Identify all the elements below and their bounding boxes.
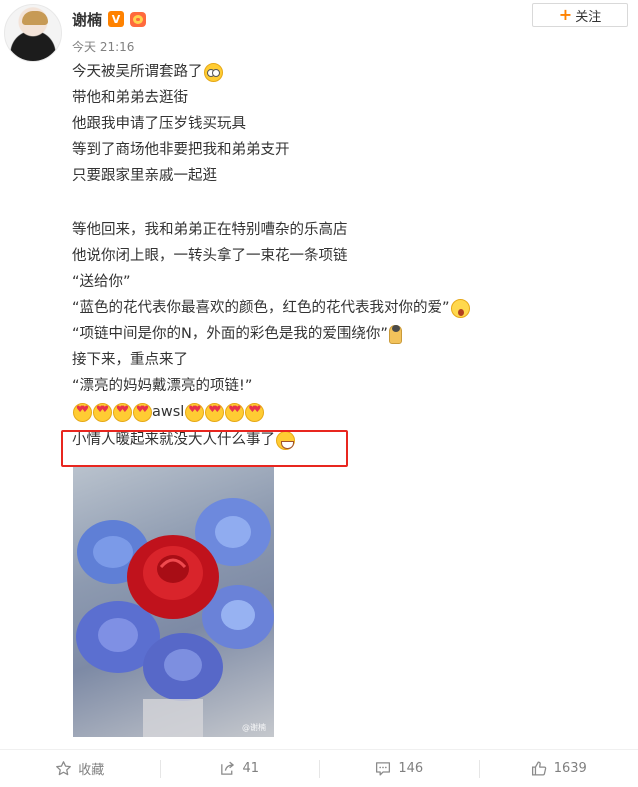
rose-bouquet-image	[76, 498, 274, 737]
username[interactable]: 谢楠	[72, 9, 102, 30]
heart-eyes-emoji-icon	[73, 402, 92, 422]
post-time[interactable]: 今天 21:16	[72, 38, 134, 55]
collect-label: 收藏	[78, 763, 105, 778]
kneeling-emoji-icon	[388, 324, 402, 344]
post-line: 带他和弟弟去逛街	[72, 90, 188, 106]
follow-label: 关注	[575, 9, 602, 25]
photo-watermark: @谢楠	[242, 723, 266, 732]
collect-button[interactable]: 收藏	[0, 750, 160, 787]
thumbs-up-icon	[531, 761, 546, 776]
grin-emoji-icon	[276, 430, 295, 450]
comment-count: 146	[398, 761, 424, 776]
post-line-highlighted: 小情人暖起来就没大人什么事了	[72, 427, 552, 453]
repost-count: 41	[242, 761, 260, 776]
like-count: 1639	[553, 761, 587, 776]
share-icon	[221, 761, 235, 775]
post-content: 今天被吴所谓套路了 带他和弟弟去逛街 他跟我申请了压岁钱买玩具 等到了商场他非要…	[72, 59, 552, 453]
repost-button[interactable]: 41	[159, 750, 320, 787]
post-line: “送给你”	[72, 274, 131, 290]
comment-icon	[376, 762, 391, 776]
member-badge-icon	[130, 11, 147, 27]
post-photo[interactable]: @谢楠	[73, 467, 274, 737]
post-line: 等到了商场他非要把我和弟弟支开	[72, 142, 290, 158]
avatar[interactable]	[4, 4, 62, 62]
heart-eyes-emoji-icon	[113, 402, 132, 422]
heart-eyes-emoji-icon	[133, 402, 152, 422]
user-row: 谢楠 V	[72, 9, 147, 30]
like-button[interactable]: 1639	[478, 750, 638, 787]
post-line: “蓝色的花代表你最喜欢的颜色，红色的花代表我对你的爱”	[72, 295, 552, 321]
heart-eyes-emoji-icon	[93, 402, 112, 422]
comment-button[interactable]: 146	[319, 750, 479, 787]
follow-button[interactable]: + 关注	[532, 3, 628, 27]
verified-badge-icon: V	[108, 11, 125, 27]
post-line: 接下来，重点来了	[72, 352, 188, 368]
heart-eyes-emoji-icon	[185, 402, 205, 422]
post-line: “漂亮的妈妈戴漂亮的项链!”	[72, 378, 253, 394]
post-actions-bar: 收藏 41 146 1639	[0, 749, 638, 787]
post-line: 他跟我申请了压岁钱买玩具	[72, 116, 246, 132]
post-line: 等他回来，我和弟弟正在特别嘈杂的乐高店	[72, 222, 348, 238]
shocked-emoji-icon	[450, 298, 470, 318]
heart-eyes-emoji-icon	[205, 402, 225, 422]
post-line: “项链中间是你的N，外面的彩色是我的爱围绕你”	[72, 321, 552, 347]
plus-icon: +	[558, 5, 573, 24]
heart-eyes-emoji-icon	[245, 402, 265, 422]
post-line: 只要跟家里亲戚一起逛	[72, 168, 217, 184]
post-line: 今天被吴所谓套路了	[72, 59, 552, 85]
heart-eyes-emoji-icon	[225, 402, 245, 422]
weibo-post-card: 谢楠 V + 关注 今天 21:16 今天被吴所谓套路了 带他和弟弟去逛街 他跟…	[0, 0, 638, 787]
post-line: 他说你闭上眼，一转头拿了一束花一条项链	[72, 248, 348, 264]
post-line: awsl	[72, 399, 552, 425]
star-icon	[56, 761, 72, 776]
glasses-emoji-icon	[203, 62, 223, 82]
